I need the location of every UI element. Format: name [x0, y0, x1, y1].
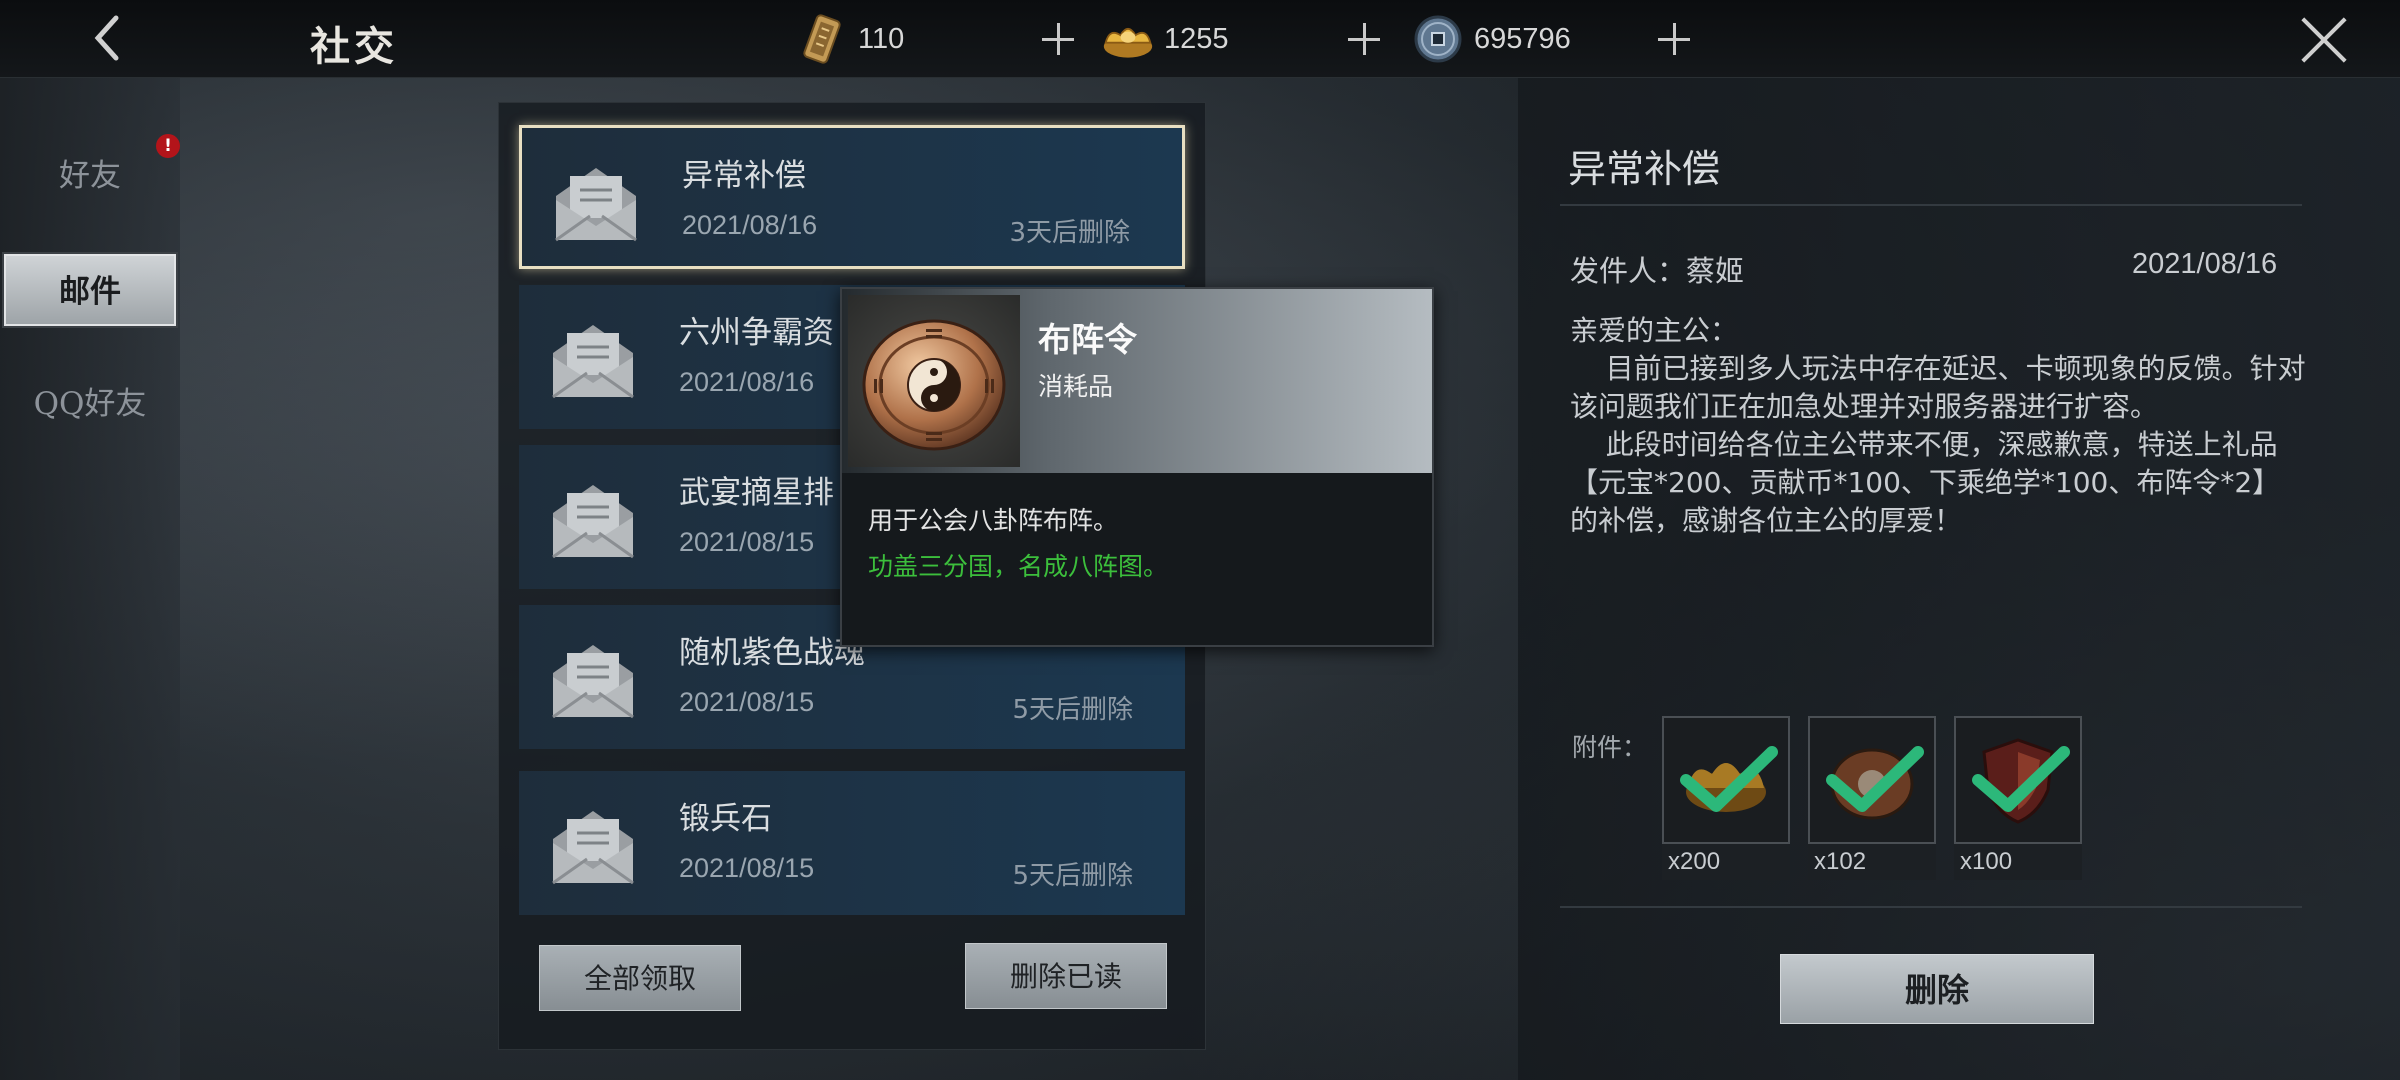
- mail-item[interactable]: 锻兵石 2021/08/15 5天后删除: [519, 771, 1185, 915]
- tooltip-item-frame: [848, 295, 1020, 467]
- mail-subject: 随机紫色战魂: [679, 635, 865, 671]
- mail-body: 亲爱的主公： 目前已接到多人玩法中存在延迟、卡顿现象的反馈。针对该问题我们正在加…: [1570, 312, 2306, 540]
- open-envelope-icon: [552, 325, 634, 399]
- tooltip-description: 用于公会八卦阵布阵。: [868, 506, 1119, 535]
- gold-ingot-icon: [1103, 27, 1153, 58]
- mail-subject: 锻兵石: [679, 801, 772, 837]
- mail-body-greeting: 亲爱的主公：: [1570, 314, 1739, 347]
- mail-date: 2021/08/15: [679, 687, 815, 717]
- delete-mail-button[interactable]: 删除: [1780, 954, 2094, 1024]
- currency-gold: 1255: [1102, 12, 1384, 66]
- mail-subject: 六州争霸资: [679, 315, 834, 351]
- mail-body-paragraph: 目前已接到多人玩法中存在延迟、卡顿现象的反馈。针对该问题我们正在加急处理并对服务…: [1570, 352, 2306, 423]
- mail-expiry: 5天后删除: [1012, 695, 1133, 725]
- divider: [1560, 204, 2302, 206]
- mail-date: 2021/08/15: [679, 853, 815, 883]
- add-coin-button[interactable]: [1654, 19, 1694, 59]
- mail-date: 2021/08/16: [679, 367, 815, 397]
- bagua-token-icon: [862, 319, 1006, 451]
- coin-count: 695796: [1474, 22, 1571, 55]
- tab-mail[interactable]: 邮件: [4, 254, 176, 326]
- open-envelope-icon: [552, 485, 634, 559]
- attachment-quantity: x200: [1662, 844, 1790, 880]
- open-envelope-icon: [552, 645, 634, 719]
- top-bar: 社交 110 1255 695796: [0, 0, 2400, 78]
- attachment-quantity: x102: [1808, 844, 1936, 880]
- tooltip-flavor-text: 功盖三分国，名成八阵图。: [868, 552, 1169, 581]
- tab-friends[interactable]: 好友: [0, 140, 180, 212]
- add-gold-button[interactable]: [1344, 19, 1384, 59]
- claim-all-button[interactable]: 全部领取: [539, 945, 741, 1011]
- tooltip-item-name: 布阵令: [1038, 320, 1137, 359]
- claimed-check-icon: [1826, 746, 1924, 812]
- attachment-slot[interactable]: x100: [1954, 716, 2082, 880]
- mail-expiry: 3天后删除: [1009, 218, 1130, 248]
- mail-body-paragraph: 此段时间给各位主公带来不便，深感歉意，特送上礼品【元宝*200、贡献币*100、…: [1570, 428, 2281, 537]
- notification-badge: !: [156, 134, 180, 158]
- delete-read-button[interactable]: 删除已读: [965, 943, 1167, 1009]
- token-count: 110: [858, 22, 905, 55]
- claimed-check-icon: [1972, 746, 2070, 812]
- chevron-left-icon: [94, 15, 119, 61]
- tab-qq-friends[interactable]: QQ好友: [0, 368, 180, 440]
- mail-sender: 发件人：蔡姬: [1570, 254, 1745, 288]
- open-envelope-icon: [555, 168, 637, 242]
- mail-subject: 异常补偿: [682, 158, 806, 194]
- gold-count: 1255: [1164, 22, 1229, 55]
- attachment-frame: [1808, 716, 1936, 844]
- attachment-slot[interactable]: x200: [1662, 716, 1790, 880]
- item-tooltip: 布阵令 消耗品 用于公会八卦阵布阵。 功盖三分国，名成八阵图。: [840, 287, 1434, 647]
- attachments-label: 附件：: [1572, 733, 1648, 762]
- attachment-frame: [1662, 716, 1790, 844]
- mail-item[interactable]: 异常补偿 2021/08/16 3天后删除: [519, 125, 1185, 269]
- divider: [1560, 906, 2302, 908]
- open-envelope-icon: [552, 811, 634, 885]
- attachment-quantity: x100: [1954, 844, 2082, 880]
- attachment-frame: [1954, 716, 2082, 844]
- sidebar: [0, 78, 180, 1080]
- claimed-check-icon: [1680, 746, 1778, 812]
- mail-expiry: 5天后删除: [1012, 861, 1133, 891]
- back-button[interactable]: [78, 10, 138, 66]
- add-token-button[interactable]: [1038, 19, 1078, 59]
- currency-coin: 695796: [1412, 12, 1694, 66]
- copper-coin-icon: [1414, 15, 1462, 63]
- mail-date: 2021/08/16: [682, 210, 818, 240]
- tooltip-item-type: 消耗品: [1038, 372, 1114, 401]
- close-button[interactable]: [2298, 14, 2350, 66]
- attachment-slot[interactable]: x102: [1808, 716, 1936, 880]
- page-title: 社交: [310, 23, 398, 70]
- currency-token: 110: [796, 12, 1078, 66]
- mail-date: 2021/08/15: [679, 527, 815, 557]
- mail-detail-panel: [1518, 78, 2400, 1080]
- mail-detail-title: 异常补偿: [1568, 147, 1721, 191]
- mail-subject: 武宴摘星排: [679, 475, 834, 511]
- mail-detail-date: 2021/08/16: [2132, 248, 2278, 280]
- token-icon: [803, 14, 841, 64]
